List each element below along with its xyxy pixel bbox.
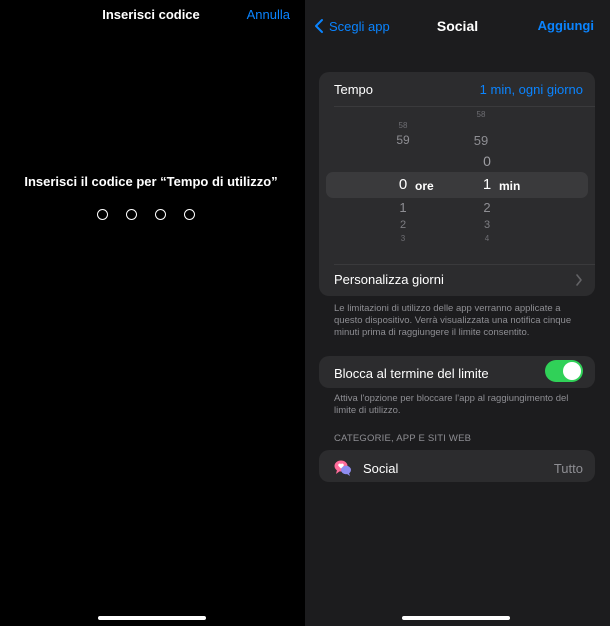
category-card: Social Tutto xyxy=(319,450,595,482)
block-card: Blocca al termine del limite xyxy=(319,356,595,388)
time-value: 1 min, ogni giorno xyxy=(479,82,583,97)
minute-option[interactable]: 58 xyxy=(477,110,486,119)
minute-option[interactable]: 0 xyxy=(483,153,491,169)
hour-option[interactable]: 58 xyxy=(399,121,408,130)
time-label: Tempo xyxy=(334,82,374,97)
time-card: Tempo 1 min, ogni giorno 58 59 0 1 2 3 o… xyxy=(319,72,595,296)
hours-unit-label: ore xyxy=(415,179,434,193)
minute-option[interactable]: 4 xyxy=(485,234,489,243)
picker-selection xyxy=(326,172,588,198)
cancel-button[interactable]: Annulla xyxy=(247,7,290,22)
divider xyxy=(334,264,595,265)
customize-days-row[interactable]: Personalizza giorni xyxy=(334,272,583,287)
minute-option[interactable]: 3 xyxy=(484,219,490,231)
section-header: CATEGORIE, APP E SITI WEB xyxy=(334,433,472,444)
add-button[interactable]: Aggiungi xyxy=(538,18,594,33)
block-row: Blocca al termine del limite xyxy=(334,360,583,382)
passcode-dot xyxy=(184,209,195,220)
divider xyxy=(334,106,595,107)
category-detail: Tutto xyxy=(553,460,583,476)
block-label: Blocca al termine del limite xyxy=(334,365,489,381)
app-limit-screen: Scegli app Social Aggiungi Tempo 1 min, … xyxy=(305,0,610,626)
passcode-dot xyxy=(155,209,166,220)
time-row[interactable]: Tempo 1 min, ogni giorno xyxy=(334,82,583,97)
hour-option[interactable]: 59 xyxy=(396,133,409,147)
passcode-dots xyxy=(97,209,195,220)
minute-option[interactable]: 2 xyxy=(483,200,490,215)
minutes-unit-label: min xyxy=(499,179,521,193)
time-picker[interactable]: 58 59 0 1 2 3 ore 58 59 0 1 2 3 4 min xyxy=(319,108,595,248)
passcode-screen: Inserisci codice Annulla Inserisci il co… xyxy=(0,0,302,626)
chevron-right-icon xyxy=(576,273,582,286)
hour-option[interactable]: 2 xyxy=(400,219,406,231)
passcode-dot xyxy=(97,209,108,220)
category-row[interactable]: Social Tutto xyxy=(333,458,583,478)
social-category-icon xyxy=(334,460,351,476)
toggle-knob xyxy=(563,362,581,380)
minute-selected[interactable]: 1 xyxy=(483,176,491,193)
passcode-prompt: Inserisci il codice per “Tempo di utiliz… xyxy=(24,174,278,189)
limits-note: Le limitazioni di utilizzo delle app ver… xyxy=(334,303,572,338)
hour-selected[interactable]: 0 xyxy=(399,176,407,193)
block-note: Attiva l'opzione per bloccare l'app al r… xyxy=(334,393,569,416)
minute-option[interactable]: 59 xyxy=(474,133,488,148)
block-toggle[interactable] xyxy=(545,360,583,382)
home-indicator[interactable] xyxy=(402,616,510,620)
home-indicator[interactable] xyxy=(98,616,206,620)
customize-days-label: Personalizza giorni xyxy=(334,272,444,287)
passcode-dot xyxy=(126,209,137,220)
hour-option[interactable]: 3 xyxy=(401,234,405,243)
category-name: Social xyxy=(363,460,399,476)
hour-option[interactable]: 1 xyxy=(399,200,406,215)
